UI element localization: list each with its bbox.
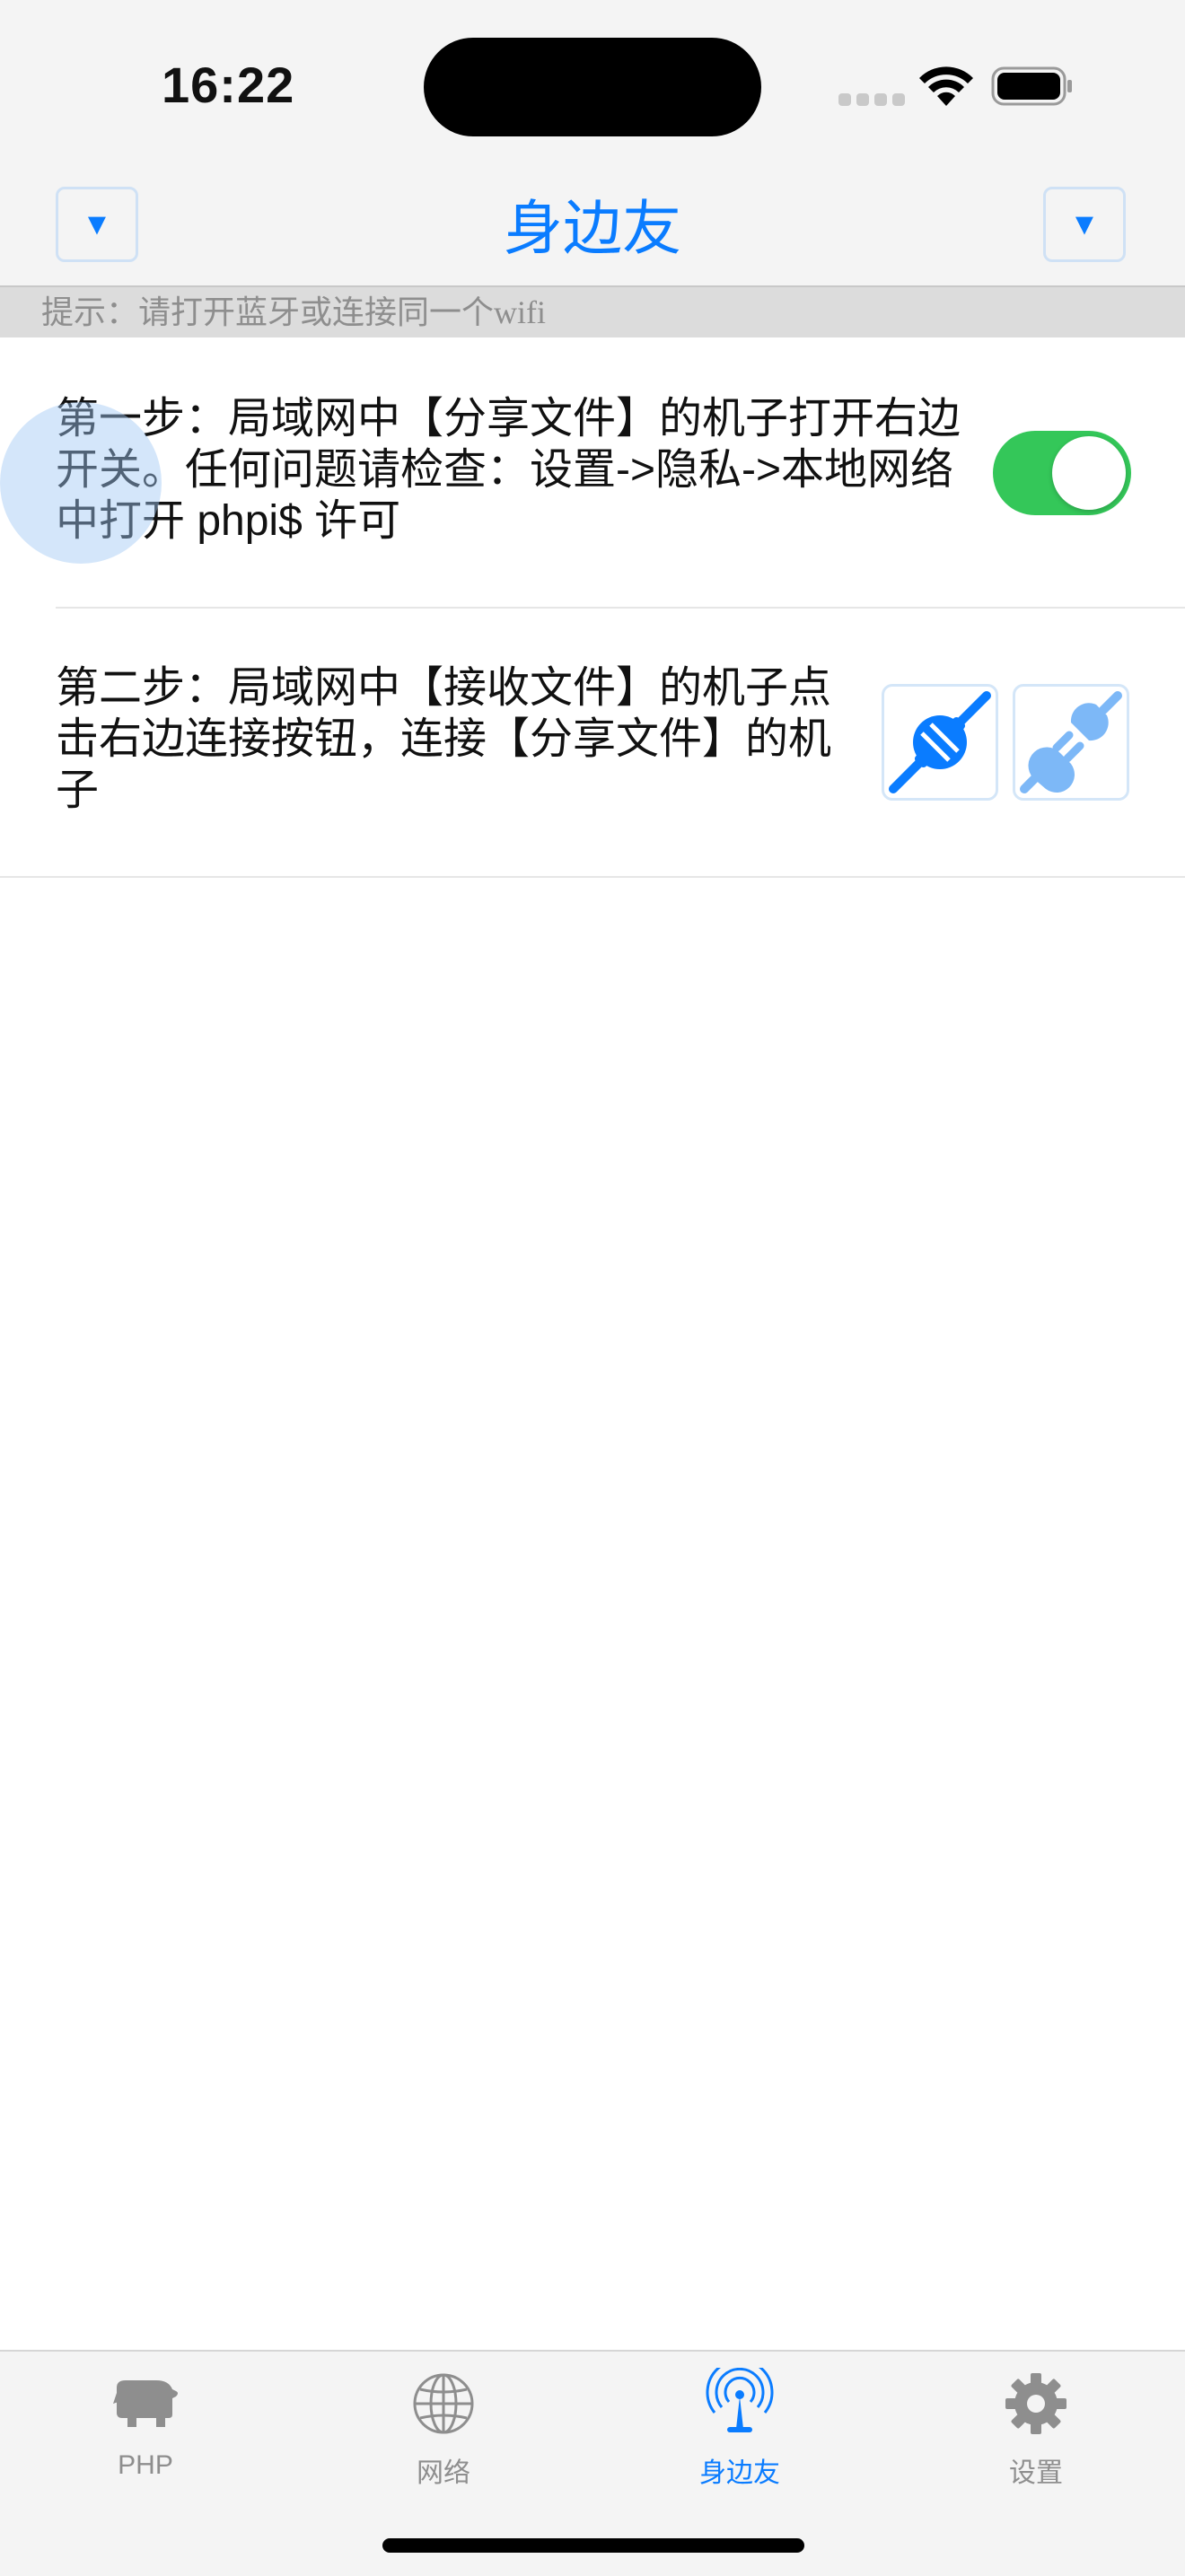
dynamic-island (424, 38, 761, 136)
right-dropdown-button[interactable]: ▼ (1043, 187, 1126, 262)
navigation-bar: ▼ 身边友 ▼ (0, 171, 1185, 287)
plug-connected-icon (889, 691, 991, 793)
connect-button[interactable] (882, 684, 998, 801)
cellular-signal-icon (838, 93, 910, 110)
tab-settings[interactable]: 设置 (946, 2368, 1126, 2490)
status-time: 16:22 (162, 57, 295, 113)
battery-icon (991, 66, 1072, 106)
page-title: 身边友 (504, 195, 681, 261)
row-divider (0, 876, 1185, 878)
gear-icon (1005, 2373, 1066, 2434)
tab-nearby[interactable]: 身边友 (650, 2368, 830, 2490)
home-indicator (382, 2538, 804, 2553)
touch-indicator (0, 402, 162, 564)
tab-php[interactable]: PHP (56, 2368, 235, 2481)
tab-label: 网络 (417, 2458, 470, 2488)
hint-text: 提示：请打开蓝牙或连接同一个wifi (41, 294, 546, 330)
antenna-icon (706, 2368, 774, 2432)
step-two-text: 第二步：局域网中【接收文件】的机子点击右边连接按钮，连接【分享文件】的机子 (56, 664, 832, 814)
tab-label: PHP (118, 2450, 173, 2480)
status-bar: 16:22 (0, 0, 1185, 171)
tab-label: 身边友 (699, 2458, 780, 2488)
hint-bar: 提示：请打开蓝牙或连接同一个wifi (0, 287, 1185, 337)
wifi-icon (919, 66, 973, 106)
globe-icon (413, 2373, 474, 2434)
share-toggle[interactable] (993, 431, 1131, 515)
elephant-icon (113, 2380, 178, 2427)
step-one-text: 第一步：局域网中【分享文件】的机子打开右边开关。任何问题请检查：设置->隐私->… (56, 395, 961, 545)
tab-label: 设置 (1009, 2458, 1063, 2488)
tab-network[interactable]: 网络 (354, 2368, 533, 2490)
disconnect-button[interactable] (1013, 684, 1129, 801)
toggle-knob (1052, 436, 1126, 510)
plug-disconnected-icon (1020, 691, 1122, 793)
